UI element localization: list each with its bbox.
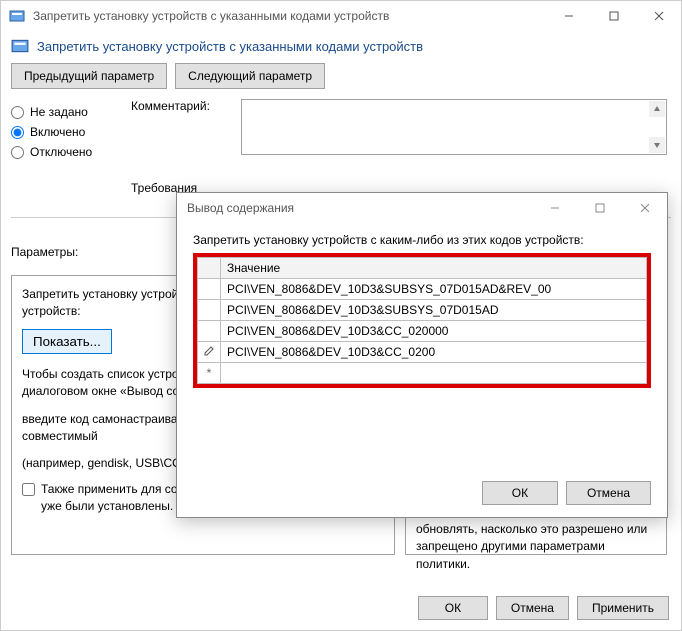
dialog-window-controls <box>532 193 667 223</box>
window-title: Запретить установку устройств с указанны… <box>33 9 546 23</box>
row-marker-new: * <box>198 363 221 384</box>
radio-disabled-label: Отключено <box>30 145 92 159</box>
window-controls <box>546 1 681 31</box>
radio-disabled[interactable]: Отключено <box>11 145 121 159</box>
next-setting-button[interactable]: Следующий параметр <box>175 63 325 89</box>
dialog-ok-button[interactable]: ОК <box>482 481 558 505</box>
radio-enabled-label: Включено <box>30 125 85 139</box>
highlight-frame: Значение PCI\VEN_8086&DEV_10D3&SUBSYS_07… <box>193 253 651 388</box>
radio-not-configured-input[interactable] <box>11 106 24 119</box>
policy-header: Запретить установку устройств с указанны… <box>1 31 681 61</box>
policy-icon <box>11 37 29 55</box>
dialog-body: Запретить установку устройств с каким-ли… <box>177 223 667 394</box>
dialog-minimize-button[interactable] <box>532 193 577 223</box>
table-row-new[interactable]: * <box>198 363 647 384</box>
cancel-button[interactable]: Отмена <box>496 596 569 620</box>
cell-value[interactable]: PCI\VEN_8086&DEV_10D3&SUBSYS_07D015AD <box>221 300 647 321</box>
table-row[interactable]: PCI\VEN_8086&DEV_10D3&CC_020000 <box>198 321 647 342</box>
show-contents-dialog: Вывод содержания Запретить установку уст… <box>176 192 668 518</box>
apply-existing-checkbox[interactable] <box>22 483 35 496</box>
dialog-instruction: Запретить установку устройств с каким-ли… <box>193 233 651 247</box>
cell-value-empty[interactable] <box>221 363 647 384</box>
device-ids-table[interactable]: Значение PCI\VEN_8086&DEV_10D3&SUBSYS_07… <box>197 257 647 384</box>
dialog-title: Вывод содержания <box>187 201 532 215</box>
policy-icon <box>9 8 25 24</box>
minimize-button[interactable] <box>546 1 591 31</box>
cell-value[interactable]: PCI\VEN_8086&DEV_10D3&SUBSYS_07D015AD&RE… <box>221 279 647 300</box>
dialog-footer: ОК Отмена <box>482 481 651 505</box>
apply-button[interactable]: Применить <box>577 596 669 620</box>
table-row[interactable]: PCI\VEN_8086&DEV_10D3&SUBSYS_07D015AD <box>198 300 647 321</box>
table-row[interactable]: PCI\VEN_8086&DEV_10D3&SUBSYS_07D015AD&RE… <box>198 279 647 300</box>
radio-disabled-input[interactable] <box>11 146 24 159</box>
table-row[interactable]: PCI\VEN_8086&DEV_10D3&CC_0200 <box>198 342 647 363</box>
titlebar: Запретить установку устройств с указанны… <box>1 1 681 31</box>
comment-label: Комментарий: <box>131 99 210 113</box>
cell-value[interactable]: PCI\VEN_8086&DEV_10D3&CC_020000 <box>221 321 647 342</box>
row-header-blank <box>198 258 221 279</box>
row-marker-edit <box>198 342 221 363</box>
cell-value[interactable]: PCI\VEN_8086&DEV_10D3&CC_0200 <box>221 342 647 363</box>
radio-not-configured-label: Не задано <box>30 105 88 119</box>
radio-enabled[interactable]: Включено <box>11 125 121 139</box>
row-marker <box>198 300 221 321</box>
dialog-close-button[interactable] <box>622 193 667 223</box>
show-button[interactable]: Показать... <box>22 329 112 354</box>
state-radio-group: Не задано Включено Отключено <box>11 99 121 165</box>
main-footer: ОК Отмена Применить <box>418 596 669 620</box>
prev-setting-button[interactable]: Предыдущий параметр <box>11 63 167 89</box>
dialog-titlebar: Вывод содержания <box>177 193 667 223</box>
parameters-label: Параметры: <box>11 245 78 259</box>
radio-not-configured[interactable]: Не задано <box>11 105 121 119</box>
column-header-value: Значение <box>221 258 647 279</box>
scroll-down-icon[interactable] <box>649 137 665 153</box>
table-header-row: Значение <box>198 258 647 279</box>
maximize-button[interactable] <box>591 1 636 31</box>
row-marker <box>198 321 221 342</box>
radio-enabled-input[interactable] <box>11 126 24 139</box>
dialog-cancel-button[interactable]: Отмена <box>566 481 651 505</box>
row-marker <box>198 279 221 300</box>
nav-row: Предыдущий параметр Следующий параметр <box>1 61 681 99</box>
scroll-up-icon[interactable] <box>649 101 665 117</box>
comment-textarea[interactable] <box>241 99 667 155</box>
dialog-maximize-button[interactable] <box>577 193 622 223</box>
policy-header-text: Запретить установку устройств с указанны… <box>37 39 423 54</box>
close-button[interactable] <box>636 1 681 31</box>
ok-button[interactable]: ОК <box>418 596 488 620</box>
